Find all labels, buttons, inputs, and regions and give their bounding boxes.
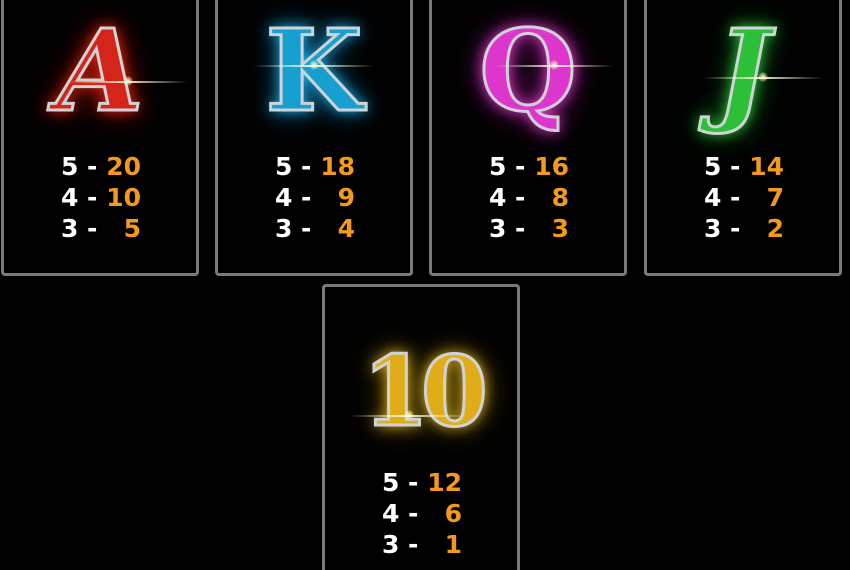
symbol-glyph: K [264, 6, 364, 137]
payout-value: 4 [337, 214, 355, 243]
separator: - [408, 499, 419, 528]
separator: - [515, 152, 526, 181]
payout-value: 18 [320, 152, 355, 181]
payout-value: 2 [766, 214, 784, 243]
separator: - [515, 183, 526, 212]
symbol-glyph: 10 [361, 335, 490, 448]
match-count: 3 [382, 530, 400, 559]
letter-a-symbol-icon: A [4, 7, 196, 137]
payout-row-4: 4 - 8 [432, 182, 624, 213]
separator: - [730, 152, 741, 181]
payout-value: 8 [551, 183, 569, 212]
symbol-glyph: A [55, 6, 145, 137]
payout-row-3: 3 - 5 [4, 213, 196, 244]
separator: - [515, 214, 526, 243]
payout-value: 12 [427, 468, 462, 497]
payout-row-4: 4 - 9 [218, 182, 410, 213]
payout-value: 3 [551, 214, 569, 243]
paytable-screen: A 5 - 20 4 - 10 3 - 5 K 5 - 18 4 - 9 3 -… [0, 0, 850, 570]
separator: - [730, 214, 741, 243]
separator: - [408, 468, 419, 497]
match-count: 5 [275, 152, 293, 181]
match-count: 3 [489, 214, 507, 243]
payout-row-4: 4 - 7 [647, 182, 839, 213]
payout-value: 1 [444, 530, 462, 559]
separator: - [730, 183, 741, 212]
paytable-card-10: 10 5 - 12 4 - 6 3 - 1 [322, 284, 520, 570]
separator: - [301, 152, 312, 181]
paytable-card-k: K 5 - 18 4 - 9 3 - 4 [215, 0, 413, 276]
separator: - [301, 214, 312, 243]
payout-row-5: 5 - 18 [218, 151, 410, 182]
symbol-glyph: Q [478, 6, 579, 137]
payout-value: 9 [337, 183, 355, 212]
payout-value: 14 [749, 152, 784, 181]
symbol-glyph: J [715, 6, 771, 137]
match-count: 4 [489, 183, 507, 212]
payout-row-4: 4 - 10 [4, 182, 196, 213]
payout-value: 6 [444, 499, 462, 528]
separator: - [301, 183, 312, 212]
match-count: 5 [489, 152, 507, 181]
payout-row-3: 3 - 4 [218, 213, 410, 244]
payout-row-3: 3 - 1 [325, 529, 517, 560]
separator: - [87, 183, 98, 212]
separator: - [408, 530, 419, 559]
match-count: 4 [275, 183, 293, 212]
separator: - [87, 152, 98, 181]
match-count: 5 [382, 468, 400, 497]
match-count: 5 [61, 152, 79, 181]
payout-value: 10 [106, 183, 141, 212]
payout-row-5: 5 - 14 [647, 151, 839, 182]
payout-row-5: 5 - 20 [4, 151, 196, 182]
payout-list: 5 - 20 4 - 10 3 - 5 [4, 151, 196, 244]
match-count: 4 [704, 183, 722, 212]
payout-row-3: 3 - 2 [647, 213, 839, 244]
payout-list: 5 - 12 4 - 6 3 - 1 [325, 467, 517, 560]
number-ten-symbol-icon: 10 [325, 327, 517, 457]
paytable-card-j: J 5 - 14 4 - 7 3 - 2 [644, 0, 842, 276]
payout-list: 5 - 16 4 - 8 3 - 3 [432, 151, 624, 244]
payout-list: 5 - 14 4 - 7 3 - 2 [647, 151, 839, 244]
payout-row-3: 3 - 3 [432, 213, 624, 244]
match-count: 3 [704, 214, 722, 243]
payout-row-4: 4 - 6 [325, 498, 517, 529]
paytable-card-a: A 5 - 20 4 - 10 3 - 5 [1, 0, 199, 276]
letter-k-symbol-icon: K [218, 7, 410, 137]
payout-value: 5 [123, 214, 141, 243]
payout-row-5: 5 - 16 [432, 151, 624, 182]
match-count: 4 [61, 183, 79, 212]
letter-q-symbol-icon: Q [432, 7, 624, 137]
payout-list: 5 - 18 4 - 9 3 - 4 [218, 151, 410, 244]
payout-row-5: 5 - 12 [325, 467, 517, 498]
match-count: 3 [61, 214, 79, 243]
match-count: 4 [382, 499, 400, 528]
separator: - [87, 214, 98, 243]
payout-value: 16 [534, 152, 569, 181]
match-count: 3 [275, 214, 293, 243]
payout-value: 7 [766, 183, 784, 212]
letter-j-symbol-icon: J [647, 7, 839, 137]
paytable-card-q: Q 5 - 16 4 - 8 3 - 3 [429, 0, 627, 276]
payout-value: 20 [106, 152, 141, 181]
match-count: 5 [704, 152, 722, 181]
